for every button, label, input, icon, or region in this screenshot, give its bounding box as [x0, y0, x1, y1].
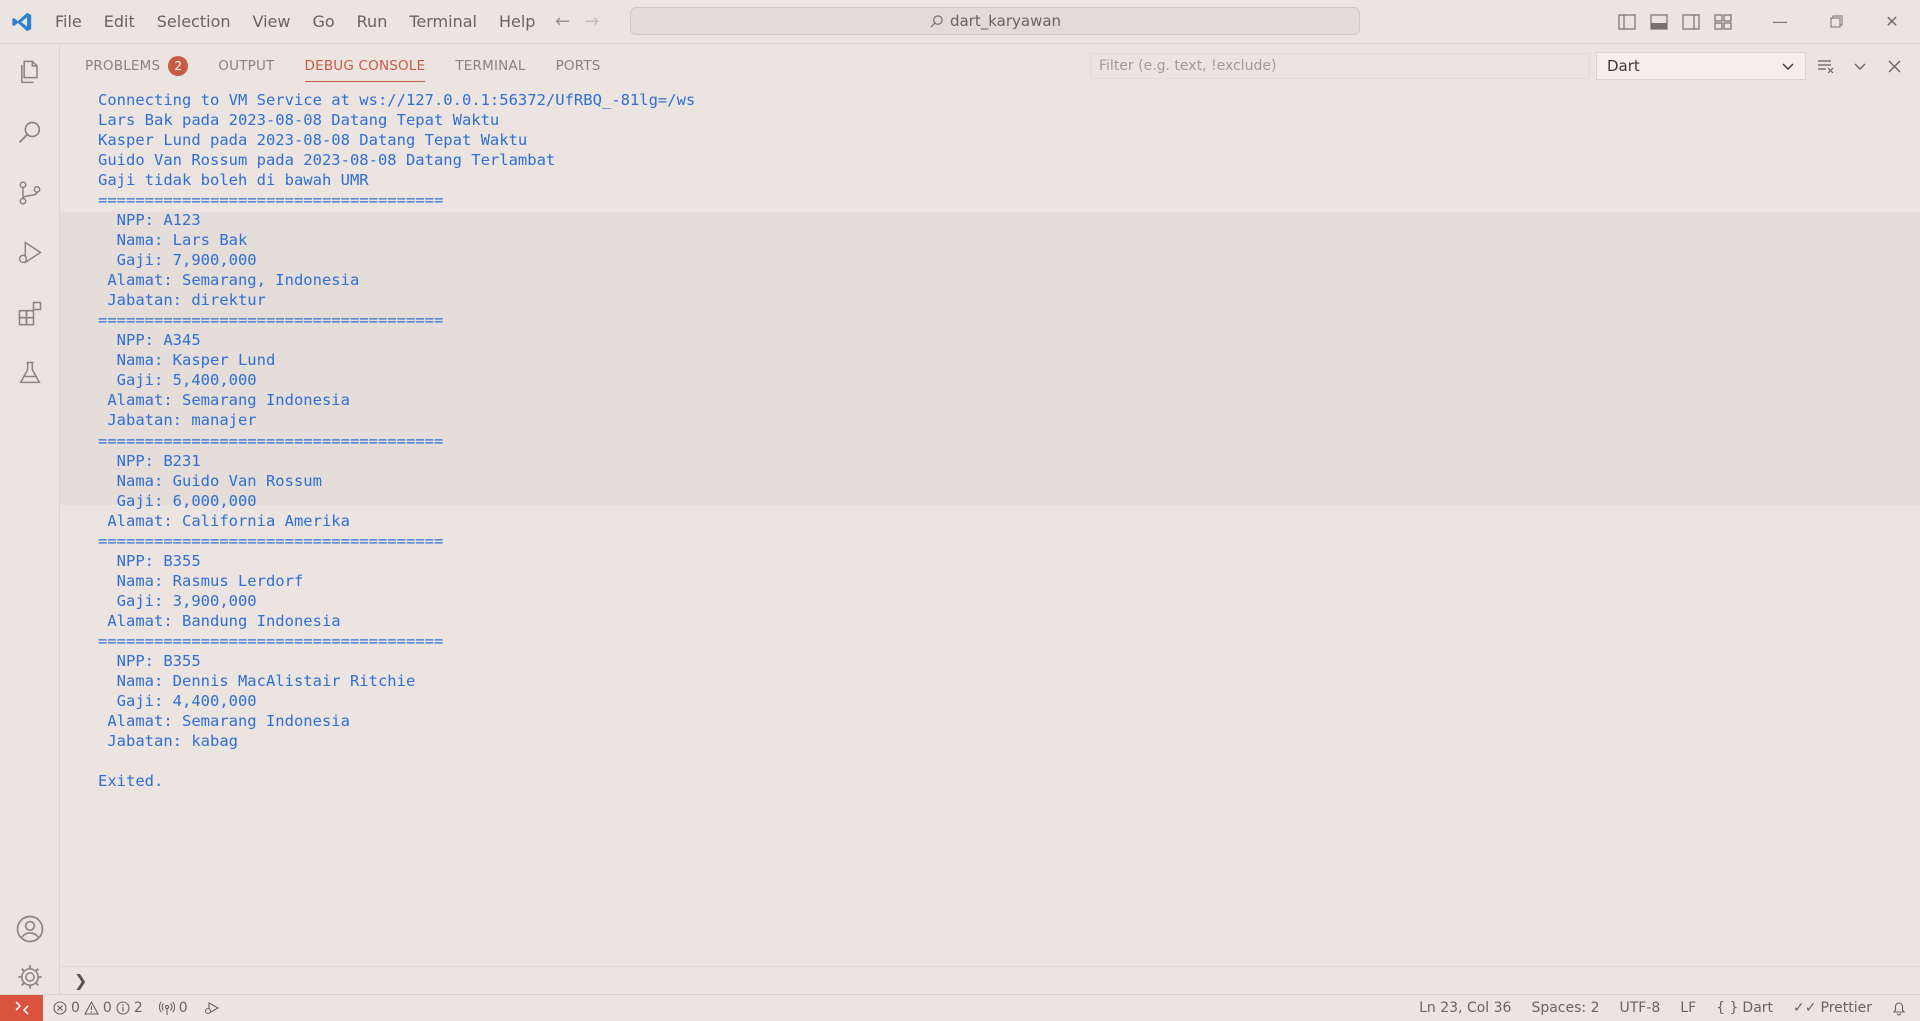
- debug-console-output: Connecting to VM Service at ws://127.0.0…: [60, 88, 1920, 966]
- manage-gear-icon[interactable]: [0, 960, 59, 994]
- panel-header: PROBLEMS 2 OUTPUT DEBUG CONSOLE TERMINAL…: [60, 44, 1920, 88]
- testing-icon[interactable]: [0, 344, 59, 402]
- extensions-icon[interactable]: [0, 284, 59, 342]
- vscode-logo-icon: [0, 0, 44, 43]
- console-line: Jabatan: kabag: [98, 731, 238, 750]
- close-window-icon[interactable]: ✕: [1864, 0, 1920, 43]
- info-count: 2: [133, 1000, 143, 1016]
- console-line: Exited.: [98, 772, 164, 791]
- tab-problems[interactable]: PROBLEMS 2: [85, 44, 189, 88]
- prettier-label: Prettier: [1820, 1000, 1873, 1016]
- account-icon[interactable]: [0, 900, 59, 958]
- menu-go[interactable]: Go: [301, 0, 345, 43]
- broadcast-icon: [158, 1001, 175, 1015]
- ports-count: 0: [178, 1000, 188, 1016]
- toggle-panel-icon[interactable]: [1650, 13, 1668, 31]
- menu-file[interactable]: File: [44, 0, 93, 43]
- activity-bar: [0, 44, 60, 994]
- debug-session-value: Dart: [1607, 57, 1640, 75]
- menu-edit[interactable]: Edit: [93, 0, 146, 43]
- menu-selection[interactable]: Selection: [146, 0, 242, 43]
- end-of-line[interactable]: LF: [1670, 1000, 1706, 1016]
- clear-console-icon[interactable]: [1816, 56, 1836, 76]
- status-bar: 0 0 2 0 Ln 23, Col 36 Spaces: 2 UTF-8 LF…: [0, 994, 1920, 1021]
- notifications-bell-icon[interactable]: [1882, 1000, 1920, 1016]
- error-icon: [53, 1001, 67, 1015]
- menu-view[interactable]: View: [242, 0, 302, 43]
- ports-status[interactable]: 0: [158, 1000, 188, 1016]
- panel-tabs: PROBLEMS 2 OUTPUT DEBUG CONSOLE TERMINAL…: [60, 44, 631, 88]
- debug-alt-icon: [204, 1002, 219, 1015]
- indentation[interactable]: Spaces: 2: [1521, 1000, 1609, 1016]
- warning-count: 0: [102, 1000, 112, 1016]
- go-forward-icon[interactable]: →: [584, 11, 599, 32]
- check-all-icon: ✓✓: [1793, 1000, 1817, 1016]
- run-debug-icon[interactable]: [0, 224, 59, 282]
- remote-indicator-icon[interactable]: [0, 995, 43, 1021]
- menu-bar: File Edit Selection View Go Run Terminal…: [44, 0, 546, 43]
- restore-icon[interactable]: [1808, 0, 1864, 43]
- source-control-icon[interactable]: [0, 164, 59, 222]
- cursor-position[interactable]: Ln 23, Col 36: [1409, 1000, 1521, 1016]
- language-mode[interactable]: { } Dart: [1706, 1000, 1783, 1016]
- debug-console-repl-input[interactable]: ❯: [60, 966, 1920, 994]
- search-icon[interactable]: [0, 104, 59, 162]
- problems-count-badge: 2: [168, 56, 189, 76]
- tab-output[interactable]: OUTPUT: [218, 44, 274, 88]
- warning-icon: [83, 1001, 99, 1015]
- chevron-right-icon: ❯: [74, 971, 88, 990]
- debug-status[interactable]: [204, 1001, 220, 1015]
- debug-session-select[interactable]: Dart: [1596, 52, 1806, 80]
- tab-terminal[interactable]: TERMINAL: [455, 44, 525, 88]
- customize-layout-icon[interactable]: [1714, 13, 1732, 31]
- toggle-primary-sidebar-icon[interactable]: [1618, 13, 1636, 31]
- command-center[interactable]: dart_karyawan: [630, 7, 1360, 35]
- minimize-icon[interactable]: —: [1752, 0, 1808, 43]
- toggle-secondary-sidebar-icon[interactable]: [1682, 13, 1700, 31]
- go-back-icon[interactable]: ←: [555, 11, 570, 32]
- maximize-panel-chevron-icon[interactable]: [1850, 56, 1870, 76]
- language-mode-label: Dart: [1742, 1000, 1774, 1016]
- menu-run[interactable]: Run: [346, 0, 399, 43]
- braces-icon: { }: [1716, 1000, 1739, 1016]
- error-count: 0: [71, 1000, 80, 1016]
- menu-terminal[interactable]: Terminal: [398, 0, 488, 43]
- problems-status[interactable]: 0 0 2 0: [53, 1000, 230, 1016]
- tab-ports[interactable]: PORTS: [556, 44, 601, 88]
- title-bar: File Edit Selection View Go Run Terminal…: [0, 0, 1920, 44]
- menu-help[interactable]: Help: [488, 0, 546, 43]
- explorer-icon[interactable]: [0, 44, 59, 102]
- prettier-status[interactable]: ✓✓ Prettier: [1783, 1000, 1882, 1016]
- chevron-down-icon: [1782, 63, 1794, 70]
- close-panel-icon[interactable]: [1884, 56, 1904, 76]
- info-icon: [116, 1001, 130, 1015]
- search-icon: [930, 14, 943, 28]
- console-hover-highlight: [60, 212, 1920, 505]
- tab-debug-console[interactable]: DEBUG CONSOLE: [304, 44, 426, 88]
- file-encoding[interactable]: UTF-8: [1609, 1000, 1670, 1016]
- command-center-label: dart_karyawan: [949, 12, 1062, 30]
- console-filter-input[interactable]: [1090, 53, 1590, 79]
